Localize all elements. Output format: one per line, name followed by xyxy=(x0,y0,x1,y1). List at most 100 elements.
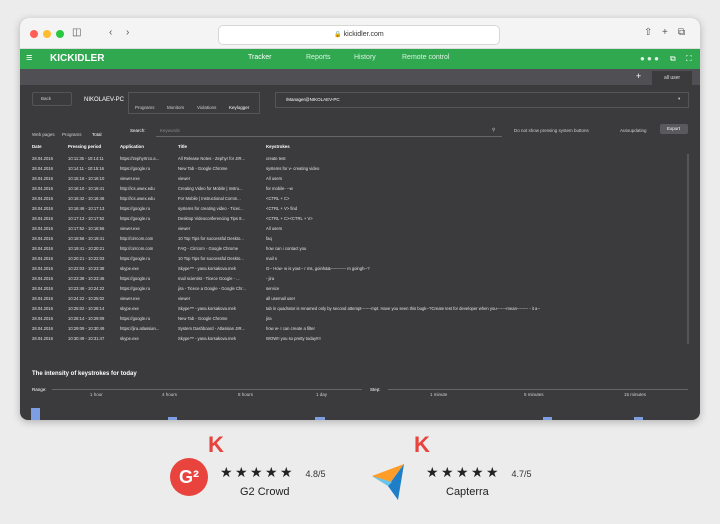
nav-reports[interactable]: Reports xyxy=(306,54,331,61)
filter-web-pages[interactable]: Web pages xyxy=(32,132,55,137)
table-cell: https://google.ru xyxy=(120,316,151,321)
star-icon: ★ xyxy=(471,464,484,480)
table-row[interactable]: 28.04.2016 10:23:38 - 10:23:46 https://goo… xyxy=(32,274,688,283)
filter-programs[interactable]: Programs xyxy=(62,132,82,137)
table-cell: 10:24:22 - 10:25:02 xyxy=(68,296,105,301)
range-slider[interactable] xyxy=(52,389,362,390)
table-row[interactable]: 28.04.2016 10:16:42 - 10:16:46 http://ics.… xyxy=(32,194,688,203)
step-slider[interactable] xyxy=(388,389,688,390)
table-row[interactable]: 28.04.2016 10:19:41 - 10:20:21 http://cirr… xyxy=(32,244,688,253)
search-icon: ⚲ xyxy=(492,127,496,132)
table-scrollbar[interactable] xyxy=(687,154,689,344)
check-keylogger[interactable]: Keylogger xyxy=(229,105,249,110)
step-label: Step: xyxy=(370,387,381,392)
filter-total[interactable]: Total xyxy=(92,132,102,137)
kickidler-k-icon: K xyxy=(208,432,224,457)
table-cell: mail scientist - Ticece Google - ... xyxy=(178,276,240,281)
table-cell: Creating Video for Mobile | Instru... xyxy=(178,186,243,191)
star-icon: ★ xyxy=(441,464,454,480)
table-row[interactable]: 28.04.2016 10:15:16 - 10:16:10 viewer.exe v… xyxy=(32,174,688,183)
table-row[interactable]: 28.04.2016 10:11:35 - 10:14:11 https://zep… xyxy=(32,154,688,163)
col-application[interactable]: Application xyxy=(120,144,144,149)
menu-icon[interactable]: ≡ xyxy=(26,52,32,64)
new-tab-icon[interactable]: + xyxy=(662,26,668,40)
capterra-score: 4.7/5 xyxy=(511,469,532,479)
maximize-dot[interactable] xyxy=(56,30,64,38)
star-icon: ★ xyxy=(235,464,248,480)
check-programs[interactable]: Programs xyxy=(135,105,155,110)
table-cell: https://google.ru xyxy=(120,286,151,291)
minimize-dot[interactable] xyxy=(43,30,51,38)
address-bar[interactable]: 🔒 kickidler.com xyxy=(218,25,500,45)
table-cell: 10:11:35 - 10:14:11 xyxy=(68,156,104,161)
table-row[interactable]: 28.04.2016 10:22:03 - 10:23:38 skype.exe Sk… xyxy=(32,264,688,273)
table-cell: Desktop Videoconferencing Tips 8... xyxy=(178,216,245,221)
check-monitors[interactable]: Monitors xyxy=(167,105,184,110)
back-button[interactable]: Back xyxy=(32,92,72,106)
nav-remote-control[interactable]: Remote control xyxy=(402,54,449,61)
table-cell: <CTRL + V> find xyxy=(266,206,298,211)
table-cell: 10:14:11 - 10:15:16 xyxy=(68,166,105,171)
table-row[interactable]: 28.04.2016 10:18:56 - 10:19:41 http://cirr… xyxy=(32,234,688,243)
table-cell: viewer.exe xyxy=(120,296,140,301)
table-row[interactable]: 28.04.2016 10:24:22 - 10:25:02 viewer.exe v… xyxy=(32,294,688,303)
table-row[interactable]: 28.04.2016 10:30:49 - 10:31:47 skype.exe Sk… xyxy=(32,334,688,343)
table-cell: 28.04.2016 xyxy=(32,296,53,301)
col-title[interactable]: Title xyxy=(178,144,187,149)
table-cell: 28.04.2016 xyxy=(32,196,53,201)
star-icon: ★ xyxy=(220,464,233,480)
fullscreen-icon[interactable]: ⛶ xyxy=(686,54,692,64)
table-row[interactable]: 28.04.2016 10:17:13 - 10:17:52 https://goo… xyxy=(32,214,688,223)
star-icon: ★ xyxy=(426,464,439,480)
table-cell: 28.04.2016 xyxy=(32,266,53,271)
table-cell: http://cirrcom.com xyxy=(120,246,154,251)
check-violations[interactable]: Violations xyxy=(197,105,216,110)
table-cell: 28.04.2016 xyxy=(32,256,53,261)
nav-tracker[interactable]: Tracker xyxy=(248,54,271,61)
table-cell: WOW!! you so pretty today!!!! xyxy=(266,336,321,341)
table-row[interactable]: 28.04.2016 10:14:11 - 10:15:16 https://goo… xyxy=(32,164,688,173)
export-button[interactable]: Export xyxy=(660,124,688,134)
table-cell: 10:30:49 - 10:31:47 xyxy=(68,336,105,341)
table-cell: jira - Ticece a Google - Google Chr... xyxy=(178,286,246,291)
search-input[interactable]: Keywords ⚲ xyxy=(156,124,502,137)
table-cell: 28.04.2016 xyxy=(32,306,53,311)
col-period[interactable]: Pressing period xyxy=(68,144,101,149)
table-row[interactable]: 28.04.2016 10:20:21 - 10:22:03 https://goo… xyxy=(32,254,688,263)
tabs-overview-icon[interactable]: ⧉ xyxy=(678,26,685,40)
table-cell: 10:15:16 - 10:16:10 xyxy=(68,176,105,181)
share-icon[interactable]: ⇧ xyxy=(644,26,652,40)
nav-history[interactable]: History xyxy=(354,54,376,61)
range-tick-1d: 1 day xyxy=(316,392,328,397)
view-checks: Programs Monitors Violations Keylogger xyxy=(128,92,260,114)
sidebar-icon[interactable]: ◫ xyxy=(72,26,81,40)
option-autoupdating[interactable]: Autoupdating xyxy=(620,128,647,133)
tab-all-user[interactable]: all user xyxy=(652,71,692,85)
chart-bar xyxy=(315,417,325,420)
table-row[interactable]: 28.04.2016 10:16:46 - 10:17:13 https://goo… xyxy=(32,204,688,213)
col-keystrokes[interactable]: Keystrokes xyxy=(266,144,290,149)
g2-logo-icon: G² xyxy=(170,458,208,496)
path-select[interactable]: /Manager@NIKOLAEV-PC ▾ xyxy=(275,92,689,108)
table-cell: 10:16:10 - 10:16:41 xyxy=(68,186,105,191)
table-row[interactable]: 28.04.2016 10:16:10 - 10:16:41 http://ics.… xyxy=(32,184,688,193)
back-arrow-icon[interactable]: ‹ xyxy=(109,26,112,40)
forward-arrow-icon[interactable]: › xyxy=(126,26,129,40)
table-row[interactable]: 28.04.2016 10:28:14 - 10:29:09 https://goo… xyxy=(32,314,688,323)
close-dot[interactable] xyxy=(30,30,38,38)
table-row[interactable]: 28.04.2016 10:17:52 - 10:18:56 viewer.exe v… xyxy=(32,224,688,233)
table-row[interactable]: 28.04.2016 10:25:02 - 10:28:14 skype.exe Sk… xyxy=(32,304,688,313)
col-date[interactable]: Date xyxy=(32,144,42,149)
table-row[interactable]: 28.04.2016 10:23:46 - 10:24:22 https://goo… xyxy=(32,284,688,293)
table-cell: 28.04.2016 xyxy=(32,286,53,291)
browser-chrome: ◫ ‹ › 🔒 kickidler.com ⇧ + ⧉ xyxy=(20,18,700,49)
table-cell: All users xyxy=(266,226,283,231)
table-cell: New Tab - Google Chrome xyxy=(178,166,228,171)
table-row[interactable]: 28.04.2016 10:29:09 - 10:30:49 https://jir… xyxy=(32,324,688,333)
export-window-icon[interactable]: ⧉ xyxy=(670,54,676,64)
option-no-system-buttons[interactable]: Do not show pressing system buttons xyxy=(514,128,589,133)
add-tab-icon[interactable]: + xyxy=(636,71,641,81)
table-cell: https://google.ru xyxy=(120,216,151,221)
range-tick-4h: 4 hours xyxy=(162,392,178,397)
table-cell: 28.04.2016 xyxy=(32,276,53,281)
